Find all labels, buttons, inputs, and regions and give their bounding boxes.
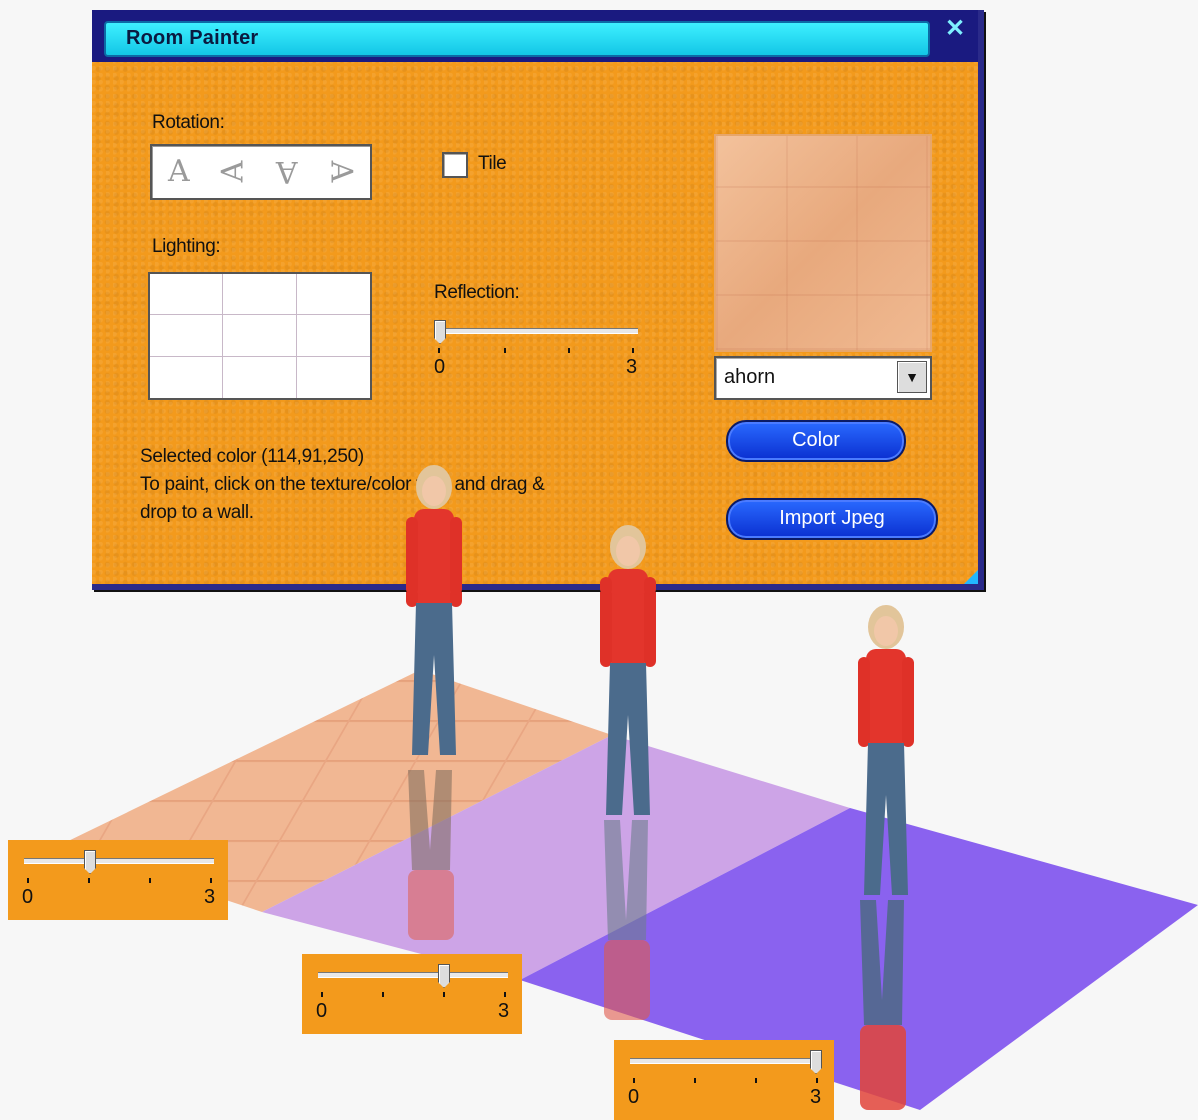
selected-color-text: Selected color (114,91,250): [140, 446, 364, 467]
resize-grip-icon[interactable]: [964, 570, 978, 584]
title-bar-fill: Room Painter: [104, 21, 930, 57]
person-figure-3: [858, 605, 914, 895]
rotation-selector[interactable]: A A A A: [150, 144, 372, 200]
lighting-cell[interactable]: [150, 315, 224, 357]
texture-select[interactable]: ahorn ▼: [714, 356, 932, 400]
reflection-min-label: 0: [434, 356, 446, 378]
instructions-text: To paint, click on the texture/color fie…: [140, 474, 545, 495]
instructions-text-2: drop to a wall.: [140, 502, 254, 523]
reflection-label: Reflection:: [434, 282, 520, 303]
rotation-270-icon[interactable]: A: [323, 161, 358, 183]
slider-min-label: 0: [628, 1086, 640, 1108]
slider-max-label: 3: [810, 1086, 822, 1108]
room-painter-window: Room Painter ✕ Rotation: A A A A Tile Li…: [92, 10, 984, 590]
texture-preview[interactable]: [714, 134, 932, 352]
lighting-cell[interactable]: [223, 315, 297, 357]
example-reflection-slider-2[interactable]: 0 3: [316, 964, 510, 1024]
color-button[interactable]: Color: [726, 420, 906, 462]
slider-min-label: 0: [316, 1000, 328, 1022]
tile-checkbox[interactable]: [442, 152, 468, 178]
example-slider-panel-2: 0 3: [302, 954, 522, 1034]
example-reflection-slider-3[interactable]: 0 3: [628, 1050, 822, 1110]
rotation-0-icon[interactable]: A: [168, 154, 190, 189]
person-reflection-3: [860, 900, 906, 1110]
window-title: Room Painter: [126, 27, 259, 49]
lighting-cell[interactable]: [297, 357, 370, 398]
rotation-180-icon[interactable]: A: [276, 154, 298, 189]
lighting-cell[interactable]: [296, 274, 370, 316]
slider-thumb[interactable]: [438, 964, 450, 988]
rotation-90-icon[interactable]: A: [215, 161, 250, 183]
title-bar[interactable]: Room Painter ✕: [92, 10, 978, 62]
lighting-cell[interactable]: [223, 356, 297, 398]
slider-thumb[interactable]: [810, 1050, 822, 1074]
slider-thumb[interactable]: [84, 850, 96, 874]
scene: 0 3 0 3 0 3 Room Painter ✕ Rotation: A A…: [0, 0, 1198, 1120]
reflection-slider[interactable]: 0 3: [434, 320, 638, 386]
example-reflection-slider-1[interactable]: 0 3: [22, 850, 216, 910]
lighting-cell[interactable]: [150, 274, 224, 316]
slider-max-label: 3: [498, 1000, 510, 1022]
slider-max-label: 3: [204, 886, 216, 908]
rotation-label: Rotation:: [152, 112, 225, 133]
lighting-label: Lighting:: [152, 236, 221, 257]
slider-thumb[interactable]: [434, 320, 446, 344]
lighting-cell[interactable]: [296, 315, 370, 357]
tile-label: Tile: [478, 153, 507, 174]
slider-min-label: 0: [22, 886, 34, 908]
texture-select-value: ahorn: [724, 366, 776, 388]
import-jpeg-button[interactable]: Import Jpeg: [726, 498, 938, 540]
chevron-down-icon[interactable]: ▼: [897, 361, 927, 393]
person-reflection-2: [604, 820, 650, 1020]
example-slider-panel-1: 0 3: [8, 840, 228, 920]
example-slider-panel-3: 0 3: [614, 1040, 834, 1120]
person-reflection-1: [408, 770, 454, 940]
lighting-cell[interactable]: [223, 274, 297, 316]
lighting-grid[interactable]: [148, 272, 372, 400]
lighting-cell[interactable]: [150, 356, 224, 398]
reflection-max-label: 3: [626, 356, 638, 378]
close-icon[interactable]: ✕: [942, 16, 968, 42]
